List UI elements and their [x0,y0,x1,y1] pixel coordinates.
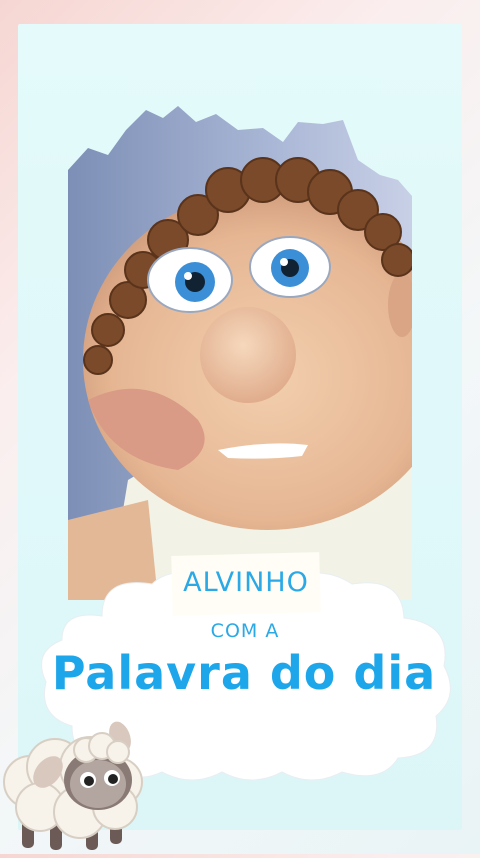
sheep-icon [0,712,150,854]
title-main: Palavra do dia [51,646,437,700]
puppet-photo [68,100,412,600]
title-sub: COM A [210,620,280,642]
title-top: ALVINHO [183,567,309,598]
